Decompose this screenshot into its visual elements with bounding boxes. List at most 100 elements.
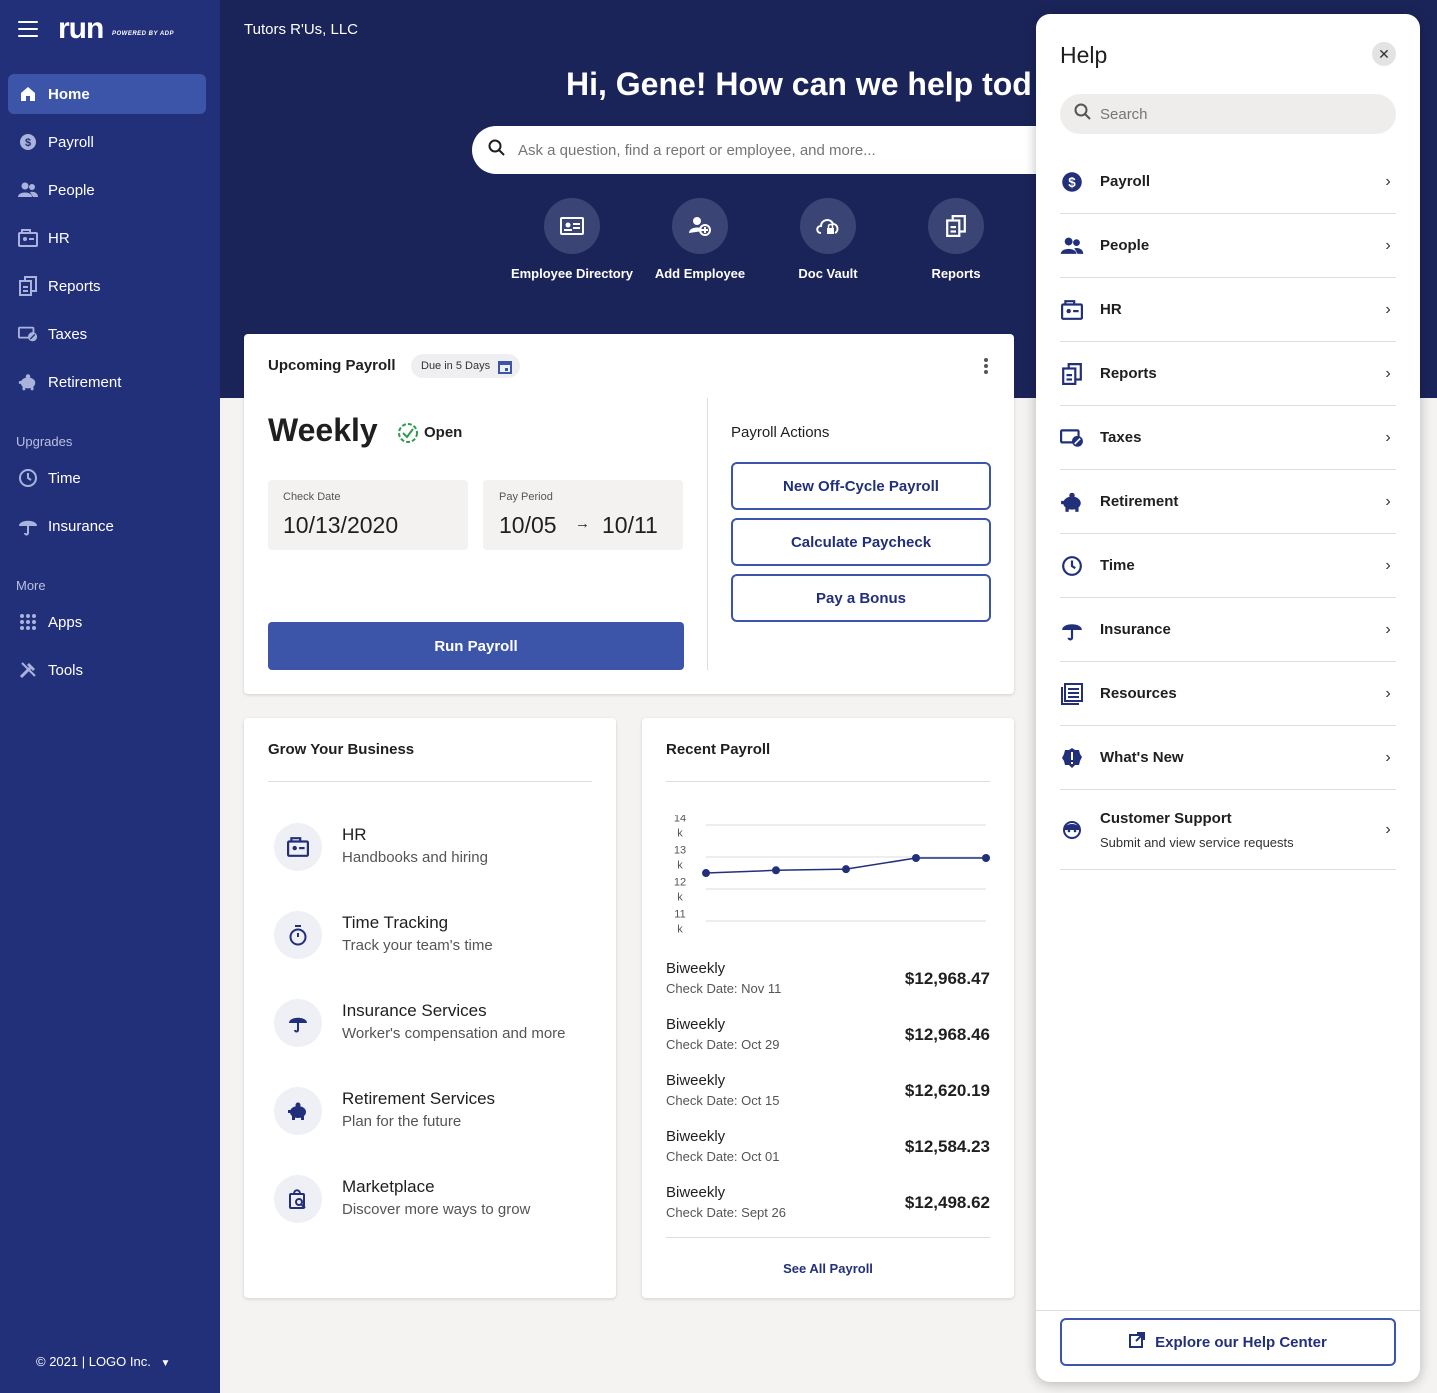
- sidebar-item-home[interactable]: Home: [8, 74, 206, 114]
- sidebar-item-time[interactable]: Time: [8, 458, 206, 498]
- check-date-box: Check Date 10/13/2020: [268, 480, 468, 550]
- y-tick-label: k: [677, 924, 683, 936]
- new-off-cycle-payroll-button[interactable]: New Off-Cycle Payroll: [731, 462, 991, 510]
- sidebar-item-insurance[interactable]: Insurance: [8, 506, 206, 546]
- grow-item-retirement[interactable]: Retirement Services Plan for the future: [274, 1087, 495, 1135]
- help-item-time[interactable]: Time ›: [1060, 534, 1396, 598]
- check-date-value: 10/13/2020: [283, 512, 399, 538]
- payroll-amount: $12,498.62: [904, 1193, 990, 1212]
- quick-action-doc-vault[interactable]: Doc Vault: [758, 198, 898, 281]
- explore-help-center-button[interactable]: Explore our Help Center: [1060, 1318, 1396, 1366]
- quick-action-label: Doc Vault: [798, 266, 858, 281]
- divider: [666, 781, 990, 782]
- taxes-icon: [1060, 426, 1084, 450]
- more-heading: More: [16, 578, 46, 593]
- menu-icon[interactable]: [18, 21, 38, 37]
- sidebar-item-label: Time: [48, 469, 81, 487]
- help-search[interactable]: [1060, 94, 1396, 134]
- payroll-row[interactable]: Biweekly Check Date: Oct 15 $12,620.19: [666, 1072, 990, 1108]
- umbrella-icon: [274, 999, 322, 1047]
- piggy-bank-icon: [274, 1087, 322, 1135]
- arrow-right-icon: →: [575, 515, 590, 532]
- grow-title: Grow Your Business: [268, 741, 415, 758]
- grow-item-title: Time Tracking: [342, 913, 449, 932]
- help-search-input[interactable]: [1100, 105, 1380, 123]
- dollar-icon: $: [1060, 170, 1084, 194]
- quick-action-employee-directory[interactable]: Employee Directory: [502, 198, 642, 281]
- payroll-amount: $12,968.47: [904, 969, 990, 988]
- alert-badge-icon: [1060, 746, 1084, 770]
- sidebar-item-reports[interactable]: Reports: [8, 266, 206, 306]
- payroll-row[interactable]: Biweekly Check Date: Oct 01 $12,584.23: [666, 1128, 990, 1164]
- payroll-row[interactable]: Biweekly Check Date: Nov 11 $12,968.47: [666, 960, 990, 996]
- divider: [666, 1237, 990, 1238]
- data-point: [912, 854, 920, 863]
- sidebar-item-label: Payroll: [48, 133, 94, 151]
- sidebar-item-people[interactable]: People: [8, 170, 206, 210]
- main-search-input[interactable]: [518, 141, 1018, 159]
- company-name: Tutors R'Us, LLC: [244, 21, 359, 38]
- reports-icon: [18, 276, 38, 296]
- quick-action-add-employee[interactable]: Add Employee: [630, 198, 770, 281]
- help-item-retirement[interactable]: Retirement ›: [1060, 470, 1396, 534]
- sidebar-item-hr[interactable]: HR: [8, 218, 206, 258]
- pay-bonus-button[interactable]: Pay a Bonus: [731, 574, 991, 622]
- grow-item-insurance[interactable]: Insurance Services Worker's compensation …: [274, 999, 574, 1047]
- grow-item-title: Insurance Services: [342, 1001, 487, 1020]
- grow-item-subtitle: Discover more ways to grow: [342, 1201, 531, 1218]
- hr-icon: [1060, 298, 1084, 322]
- more-options-icon[interactable]: [980, 356, 992, 381]
- reports-icon: [1060, 362, 1084, 386]
- payroll-row[interactable]: Biweekly Check Date: Oct 29 $12,968.46: [666, 1016, 990, 1052]
- help-item-people[interactable]: People ›: [1060, 214, 1396, 278]
- people-icon: [1060, 234, 1084, 258]
- id-card-icon: [544, 198, 600, 254]
- sidebar-item-label: HR: [48, 229, 70, 247]
- greeting: Hi, Gene! How can we help tod: [566, 66, 1032, 102]
- sidebar-item-label: Taxes: [48, 325, 88, 343]
- grow-item-marketplace[interactable]: Marketplace Discover more ways to grow: [274, 1175, 530, 1223]
- y-tick-label: 14: [674, 815, 686, 825]
- piggy-bank-icon: [1060, 490, 1084, 514]
- help-item-customer-support[interactable]: Customer Support Submit and view service…: [1060, 790, 1396, 870]
- chevron-right-icon: ›: [1385, 492, 1391, 510]
- y-tick-label: 13: [674, 845, 686, 857]
- payroll-row[interactable]: Biweekly Check Date: Sept 26 $12,498.62: [666, 1184, 990, 1220]
- run-payroll-button[interactable]: Run Payroll: [268, 622, 684, 670]
- support-subtitle: Submit and view service requests: [1100, 834, 1294, 850]
- help-item-taxes[interactable]: Taxes ›: [1060, 406, 1396, 470]
- help-item-insurance[interactable]: Insurance ›: [1060, 598, 1396, 662]
- sidebar-item-label: Retirement: [48, 373, 122, 391]
- sidebar-item-taxes[interactable]: Taxes: [8, 314, 206, 354]
- umbrella-icon: [18, 516, 38, 536]
- help-item-payroll[interactable]: $ Payroll ›: [1060, 150, 1396, 214]
- grid-icon: [18, 612, 38, 632]
- upcoming-payroll-title: Upcoming Payroll: [268, 357, 396, 374]
- sidebar-item-retirement[interactable]: Retirement: [8, 362, 206, 402]
- grow-item-hr[interactable]: HR Handbooks and hiring: [274, 823, 488, 871]
- recent-payroll-chart: 14 k 13 k 12 k 11 k: [674, 815, 990, 936]
- sidebar-item-tools[interactable]: Tools: [8, 650, 206, 690]
- y-tick-label: k: [677, 860, 683, 872]
- sidebar-item-payroll[interactable]: $ Payroll: [8, 122, 206, 162]
- help-item-hr[interactable]: HR ›: [1060, 278, 1396, 342]
- add-person-icon: [672, 198, 728, 254]
- close-icon[interactable]: ✕: [1372, 42, 1396, 66]
- support-agent-icon: [1060, 818, 1084, 842]
- calculate-paycheck-button[interactable]: Calculate Paycheck: [731, 518, 991, 566]
- grow-item-time-tracking[interactable]: Time Tracking Track your team's time: [274, 911, 493, 959]
- main-search[interactable]: [472, 126, 1072, 174]
- home-icon: [18, 84, 38, 104]
- sidebar-item-apps[interactable]: Apps: [8, 602, 206, 642]
- people-icon: [18, 180, 38, 200]
- sidebar-item-label: People: [48, 181, 95, 199]
- quick-action-reports[interactable]: Reports: [886, 198, 1026, 281]
- see-all-payroll-link[interactable]: See All Payroll: [666, 1261, 990, 1276]
- help-item-reports[interactable]: Reports ›: [1060, 342, 1396, 406]
- help-item-resources[interactable]: Resources ›: [1060, 662, 1396, 726]
- copyright[interactable]: © 2021 | LOGO Inc. ▼: [36, 1354, 170, 1369]
- help-item-whats-new[interactable]: What's New ›: [1060, 726, 1396, 790]
- grow-item-subtitle: Handbooks and hiring: [342, 849, 488, 866]
- umbrella-icon: [1060, 618, 1084, 642]
- grow-item-title: Retirement Services: [342, 1089, 496, 1108]
